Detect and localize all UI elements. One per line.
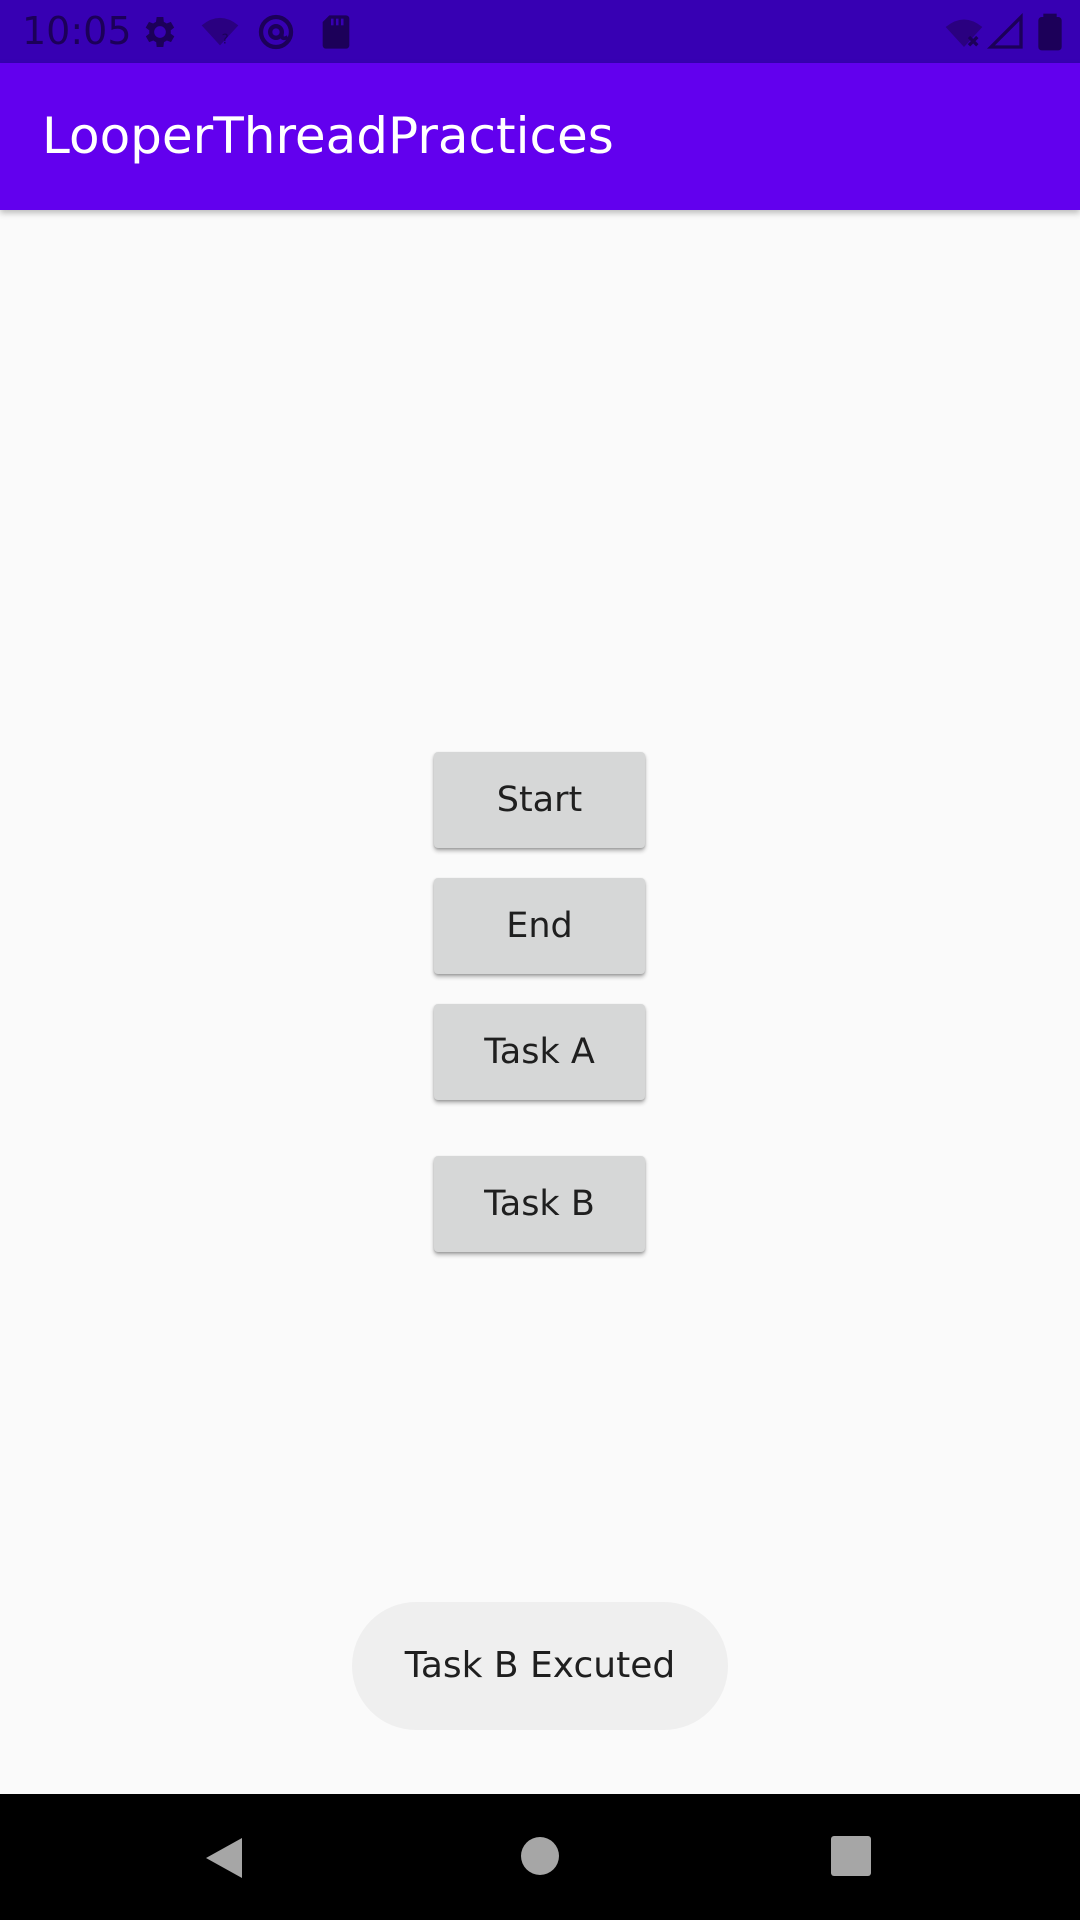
status-time: 10:05 <box>22 9 132 53</box>
end-button[interactable]: End <box>434 878 645 974</box>
cell-signal-icon <box>986 12 1023 49</box>
app-title: LooperThreadPractices <box>42 107 614 165</box>
start-button[interactable]: Start <box>434 752 645 848</box>
at-sign-icon <box>258 14 294 50</box>
task-b-button[interactable]: Task B <box>434 1156 645 1252</box>
recents-icon[interactable] <box>831 1836 871 1876</box>
status-bar: 10:05 ? <box>0 0 1080 63</box>
screen: 10:05 ? LooperThreadPractices Start End … <box>0 0 1080 1920</box>
wifi-question-icon: ? <box>201 17 239 48</box>
svg-text:?: ? <box>222 33 229 48</box>
battery-icon <box>1038 13 1062 51</box>
sd-card-icon <box>322 15 350 49</box>
wifi-off-icon <box>945 19 983 47</box>
settings-icon <box>145 17 175 47</box>
app-bar: LooperThreadPractices <box>0 63 1080 210</box>
navigation-bar <box>0 1794 1080 1920</box>
toast-message: Task B Excuted <box>352 1602 728 1730</box>
back-icon[interactable] <box>200 1834 248 1882</box>
home-icon[interactable] <box>520 1836 560 1876</box>
task-a-button[interactable]: Task A <box>434 1004 645 1100</box>
